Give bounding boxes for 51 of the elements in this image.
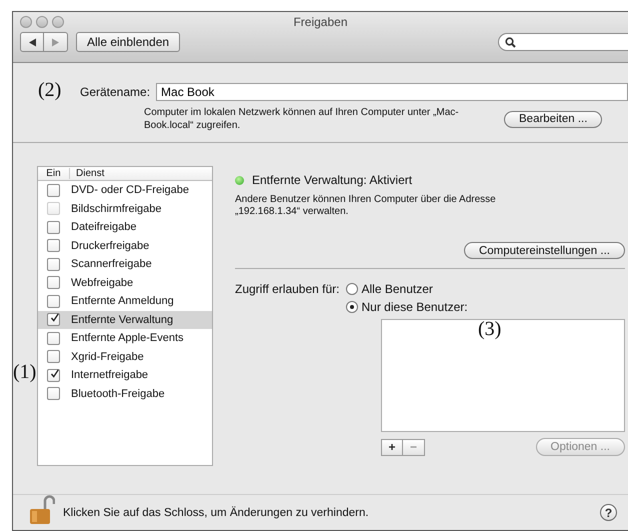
column-header: Dienst [75,168,104,179]
lock-hint: Klicken Sie auf das Schloss, um Änderungen zu verhindern. [63,506,369,518]
device-name-field[interactable]: Mac Book [156,83,628,101]
help-button[interactable]: ? [600,504,617,521]
service-row[interactable]: Entfernte Anmeldung [38,292,212,310]
device-name-label: Gerätename: [80,85,150,99]
checkbox[interactable] [47,220,60,234]
computer-settings-button[interactable]: Computereinstellungen ... [464,242,625,259]
callout-number: (1) [13,361,36,384]
search-field[interactable] [498,33,628,51]
window-title: Freigaben [293,15,348,29]
edit-button[interactable]: Bearbeiten ... [504,110,602,128]
zoom-button[interactable] [52,16,64,28]
back-arrow-icon [28,38,36,46]
callout-number: (2) [38,79,62,102]
service-row[interactable]: Entfernte Verwaltung [38,310,212,329]
checkbox[interactable] [47,294,60,308]
back-button[interactable] [20,32,44,52]
checkbox[interactable] [47,258,60,271]
checkbox[interactable] [47,184,60,197]
forward-arrow-icon [51,38,60,46]
service-row[interactable]: Internetfreigabe [38,366,212,384]
service-row[interactable]: Scannerfreigabe [38,255,212,274]
service-row[interactable]: Xgrid-Freigabe [38,348,212,366]
close-button[interactable] [20,16,32,28]
add-button[interactable]: + [381,438,403,456]
service-row[interactable]: DVD- oder CD-Freigabe [38,181,212,200]
service-row[interactable]: Bluetooth-Freigabe [38,384,212,403]
checkbox[interactable] [47,276,60,290]
service-row[interactable]: Druckerfreigabe [38,236,212,255]
callout-number: (3) [478,318,502,341]
column-header: Ein [38,168,70,179]
show-all-button[interactable]: Alle einblenden [76,32,180,52]
radio-option[interactable]: Nur diese Benutzer: [346,300,468,314]
access-label: Zugriff erlauben für: [235,282,340,298]
status-text: Entfernte Verwaltung: Aktiviert [252,173,412,187]
checkbox[interactable] [47,387,60,400]
checkbox[interactable] [47,350,60,364]
minimize-button[interactable] [36,16,48,28]
radio-option[interactable]: Alle Benutzer [346,282,468,296]
service-row[interactable]: Entfernte Apple-Events [38,329,212,348]
search-icon [505,36,516,48]
description-text: Andere Benutzer können Ihren Computer über die Adresse „192.168.1.34“ verwalten. [235,194,497,218]
open-padlock-icon[interactable] [29,494,55,524]
service-row[interactable]: Dateifreigabe [38,218,212,236]
checkbox[interactable] [47,239,60,252]
checkbox[interactable] [47,332,60,345]
checkbox[interactable] [47,313,60,326]
service-row[interactable]: Webfreigabe [38,274,212,292]
hostname-note: Computer im lokalen Netzwerk können auf Ihren Computer unter „Mac-Book.local“ zugreifen. [144,106,460,132]
checkbox[interactable] [47,368,60,382]
